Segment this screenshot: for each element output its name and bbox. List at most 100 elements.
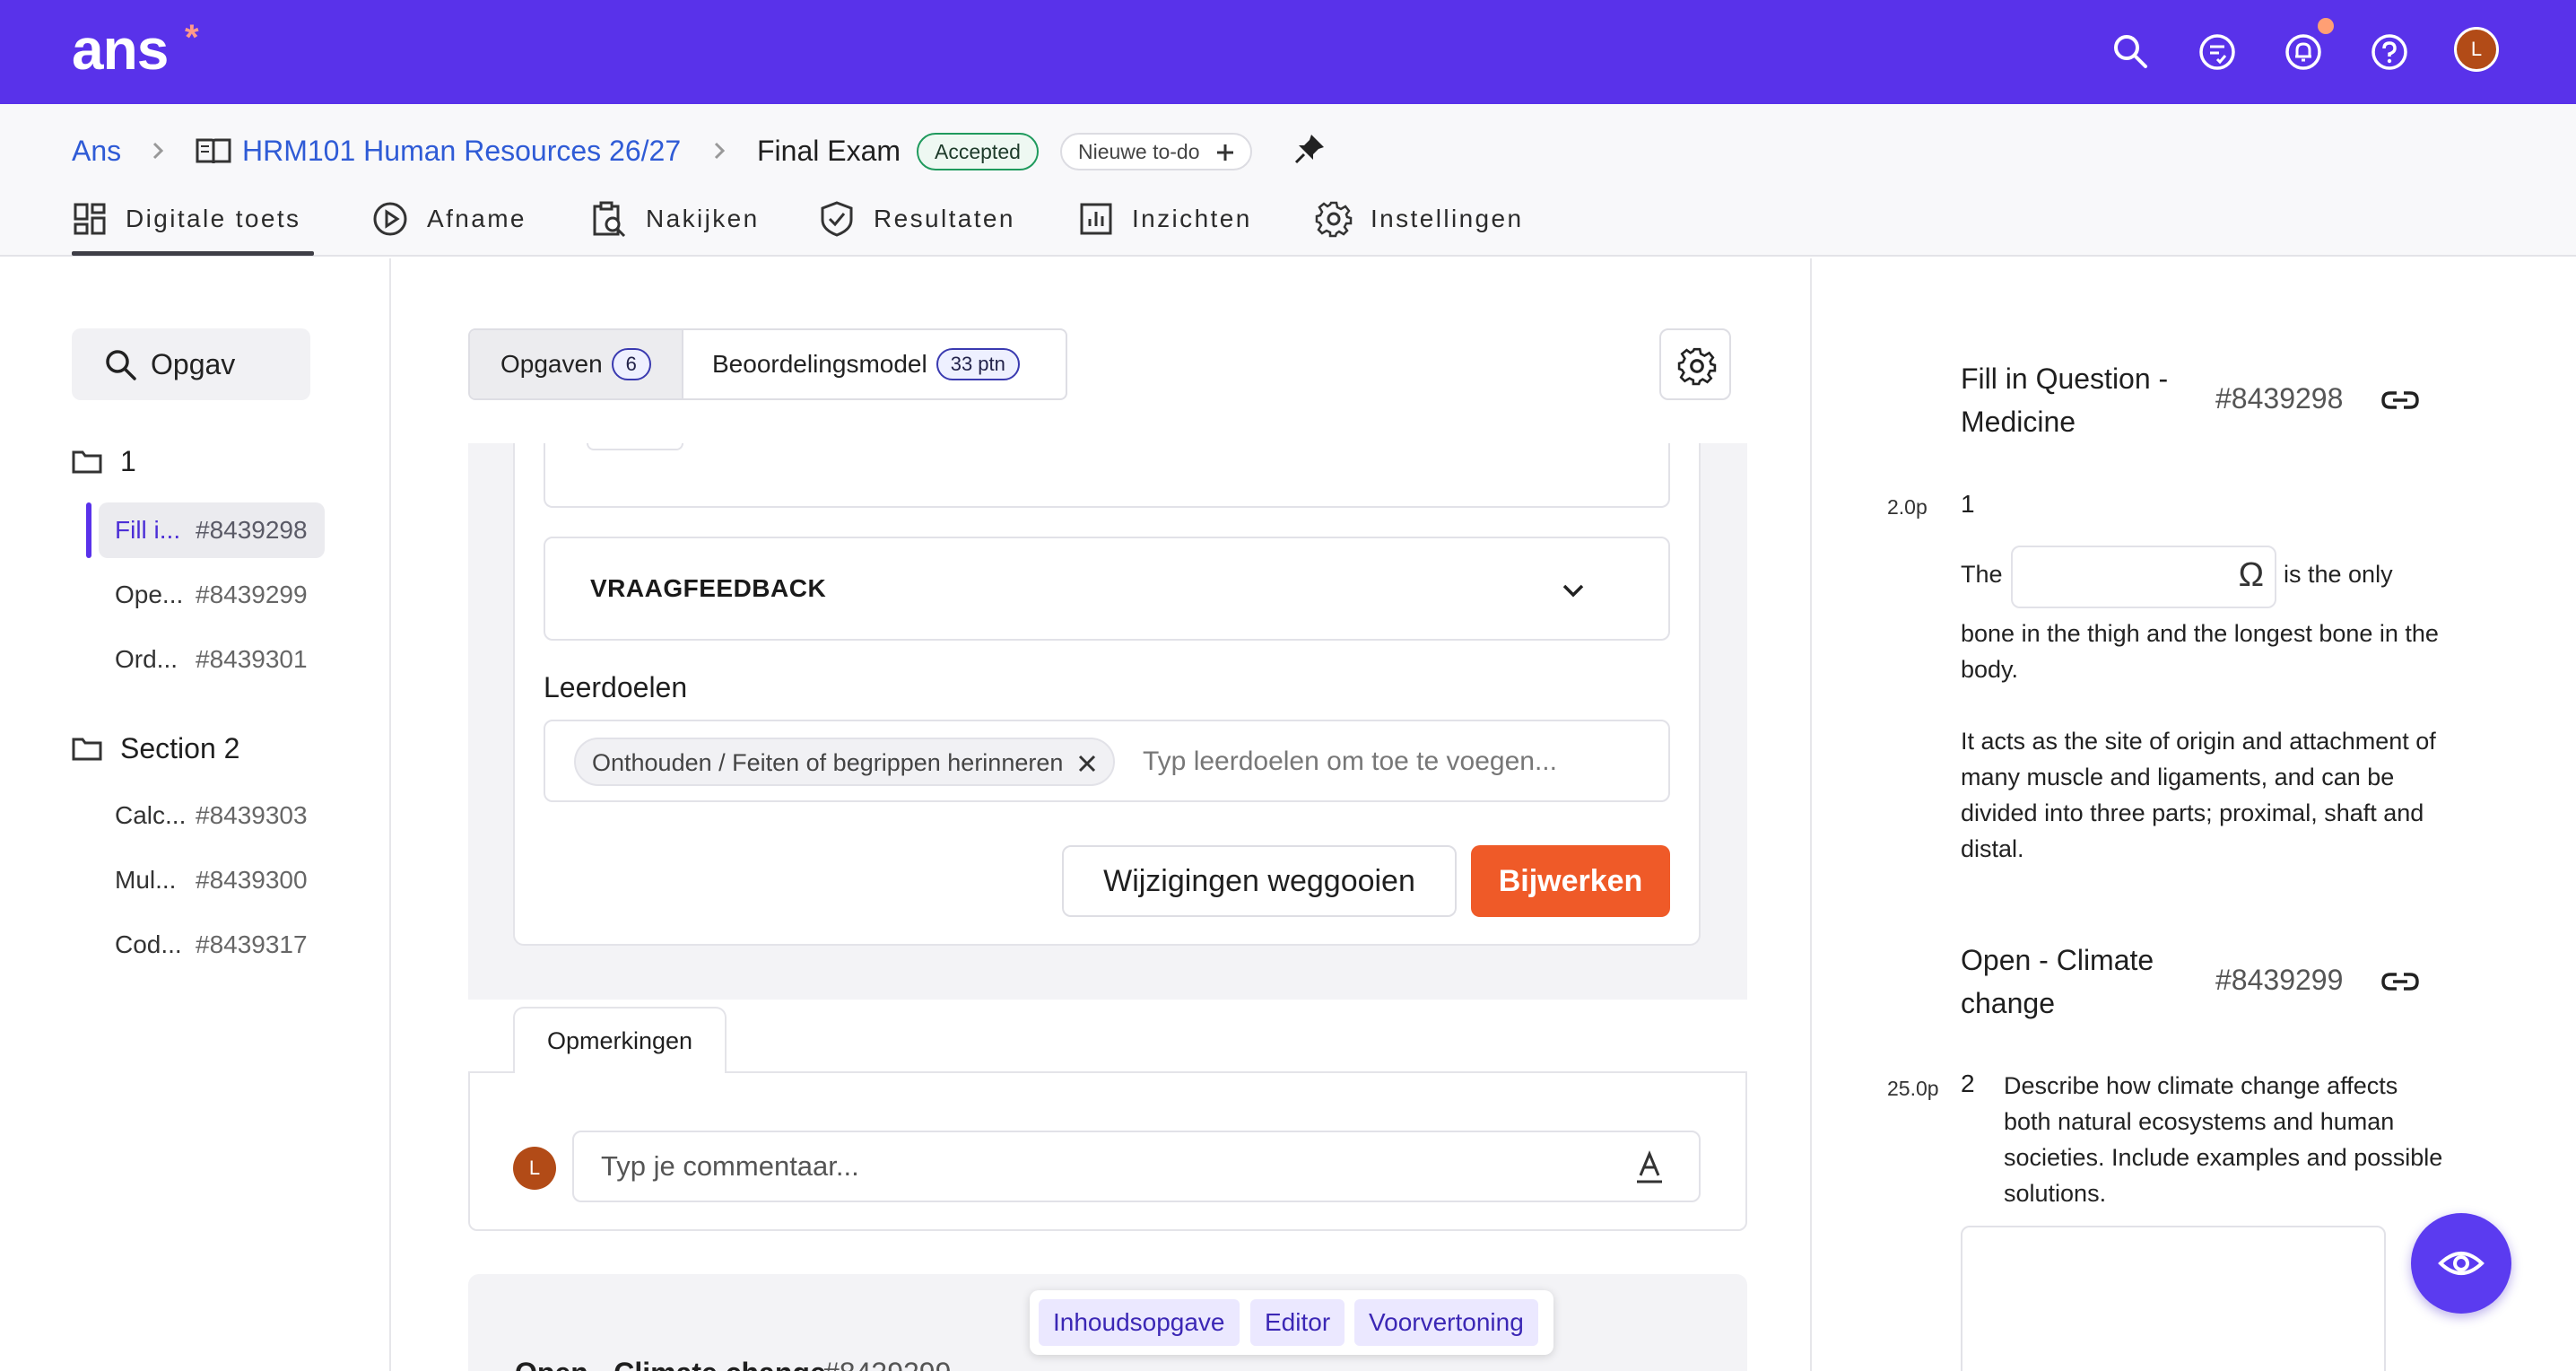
gear-icon — [1677, 347, 1717, 386]
user-avatar[interactable]: L — [2454, 27, 2499, 72]
item-name: Ope... — [115, 581, 184, 608]
breadcrumb-root[interactable]: Ans — [72, 131, 121, 170]
clipboard-search-icon — [593, 201, 626, 238]
item-id: #8439300 — [196, 866, 308, 894]
preview-toggle-button[interactable] — [2411, 1213, 2511, 1314]
comment-input[interactable] — [601, 1145, 1588, 1188]
logo-mark: * — [185, 18, 199, 57]
preview-text: bone in the thigh and the longest bone i… — [1961, 620, 2439, 683]
previous-field-box — [544, 443, 1670, 508]
help-icon[interactable] — [2364, 27, 2415, 77]
item-name: Cod... — [115, 930, 182, 958]
tab-instellingen[interactable]: Instellingen — [1315, 196, 1523, 242]
fill-in-blank-input[interactable]: Ω — [2011, 546, 2276, 608]
text-format-icon[interactable] — [1634, 1150, 1665, 1184]
item-id: #8439303 — [196, 801, 308, 829]
status-badge: Accepted — [917, 133, 1039, 170]
breadcrumb-current: Final Exam — [757, 135, 901, 167]
tab-resultaten[interactable]: Resultaten — [818, 196, 1015, 242]
sidebar-section-1[interactable]: 1 — [72, 441, 136, 481]
section-title: Section 2 — [120, 731, 240, 764]
close-icon[interactable] — [1077, 754, 1097, 773]
active-item-indicator — [86, 502, 91, 558]
tab-label: Digitale toets — [126, 205, 301, 232]
item-name: Calc... — [115, 801, 187, 829]
sidebar-item[interactable]: Calc... #8439303 — [99, 788, 325, 843]
search-icon — [106, 350, 136, 380]
count-badge: 6 — [611, 348, 651, 380]
preview-question-id: #8439298 — [2215, 382, 2344, 415]
tab-label: Afname — [427, 205, 527, 232]
folder-icon — [72, 738, 102, 761]
learning-goals-field[interactable]: Onthouden / Feiten of begrippen herinner… — [544, 720, 1670, 802]
tab-inzichten[interactable]: Inzichten — [1078, 196, 1252, 242]
top-bar — [0, 0, 2576, 104]
sidebar-item[interactable]: Fill i... #8439298 — [99, 502, 325, 558]
folder-icon — [72, 450, 102, 474]
new-todo-label: Nieuwe to-do — [1078, 140, 1200, 163]
preview-text: The — [1961, 561, 2003, 588]
eye-icon — [2438, 1252, 2485, 1275]
sidebar-search[interactable] — [72, 328, 310, 400]
item-id: #8439301 — [196, 645, 308, 673]
preview-points: 25.0p — [1887, 1077, 1939, 1100]
comment-field[interactable] — [572, 1131, 1701, 1202]
next-question-title: Open - Climate change — [515, 1357, 826, 1371]
view-inhoudsopgave-button[interactable]: Inhoudsopgave — [1039, 1299, 1240, 1346]
editor-settings-button[interactable] — [1659, 328, 1731, 400]
sidebar-item[interactable]: Ope... #8439299 — [99, 567, 325, 623]
chevron-right-icon — [707, 138, 732, 163]
tab-digitale-toets[interactable]: Digitale toets — [72, 196, 300, 242]
learning-goals-input[interactable] — [1143, 739, 1645, 784]
section-title: 1 — [120, 444, 136, 477]
link-icon[interactable] — [2380, 380, 2420, 420]
tab-nakijken[interactable]: Nakijken — [590, 196, 760, 242]
count-badge: 33 ptn — [936, 348, 1020, 380]
breadcrumb-course[interactable]: HRM101 Human Resources 26/27 — [242, 131, 681, 170]
shield-check-icon — [821, 201, 853, 237]
view-editor-button[interactable]: Editor — [1250, 1299, 1345, 1346]
preview-question-title: Fill in Question - Medicine — [1961, 362, 2169, 438]
pin-icon[interactable] — [1292, 131, 1327, 167]
tab-beoordelingsmodel[interactable]: Beoordelingsmodel 33 ptn — [682, 330, 1066, 398]
chevron-right-icon — [145, 138, 170, 163]
tab-afname[interactable]: Afname — [371, 196, 527, 242]
preview-question-title: Open - Climate change — [1961, 944, 2154, 1019]
accordion-title: VRAAGFEEDBACK — [590, 574, 827, 602]
question-feedback-accordion[interactable]: VRAAGFEEDBACK — [544, 537, 1670, 641]
open-answer-input[interactable] — [1961, 1226, 2386, 1371]
sidebar-item[interactable]: Cod... #8439317 — [99, 917, 325, 973]
new-todo-button[interactable]: Nieuwe to-do — [1060, 133, 1252, 170]
item-name: Ord... — [115, 645, 178, 673]
sidebar-item[interactable]: Ord... #8439301 — [99, 632, 325, 687]
view-switcher: Inhoudsopgave Editor Voorvertoning — [1030, 1290, 1553, 1355]
play-icon — [373, 202, 407, 236]
editor-tabs: Opgaven 6 Beoordelingsmodel 33 ptn — [468, 328, 1067, 400]
tab-label: Nakijken — [646, 205, 760, 232]
tag-label: Onthouden / Feiten of begrippen herinner… — [592, 749, 1064, 776]
discard-changes-button[interactable]: Wijzigingen weggooien — [1062, 845, 1457, 917]
sidebar-section-2[interactable]: Section 2 — [72, 729, 239, 768]
view-voorvertoning-button[interactable]: Voorvertoning — [1354, 1299, 1538, 1346]
item-name: Fill i... — [115, 516, 181, 544]
search-icon[interactable] — [2106, 27, 2156, 77]
preview-question-id: #8439299 — [2215, 964, 2344, 996]
sidebar-item[interactable]: Mul... #8439300 — [99, 852, 325, 908]
update-button[interactable]: Bijwerken — [1471, 845, 1670, 917]
plus-icon — [1214, 142, 1236, 163]
tab-opgaven[interactable]: Opgaven 6 — [470, 330, 682, 398]
preview-question-number: 2 — [1961, 1070, 1975, 1097]
preview-question-number: 1 — [1961, 490, 1975, 518]
task-list-icon[interactable] — [2192, 27, 2242, 77]
special-characters-icon[interactable]: Ω — [2239, 556, 2264, 595]
sidebar-search-input[interactable] — [151, 343, 303, 386]
app-logo[interactable]: ans — [72, 16, 169, 83]
preview-points: 2.0p — [1887, 495, 1928, 519]
item-id: #8439299 — [196, 581, 308, 608]
link-icon[interactable] — [2380, 962, 2420, 1001]
notification-bell-icon[interactable] — [2278, 27, 2328, 77]
tab-label: Inzichten — [1132, 205, 1252, 232]
comments-tab[interactable]: Opmerkingen — [513, 1007, 727, 1073]
preview-question-text: Describe how climate change affects both… — [2004, 1072, 2443, 1207]
grid-icon — [74, 203, 106, 235]
